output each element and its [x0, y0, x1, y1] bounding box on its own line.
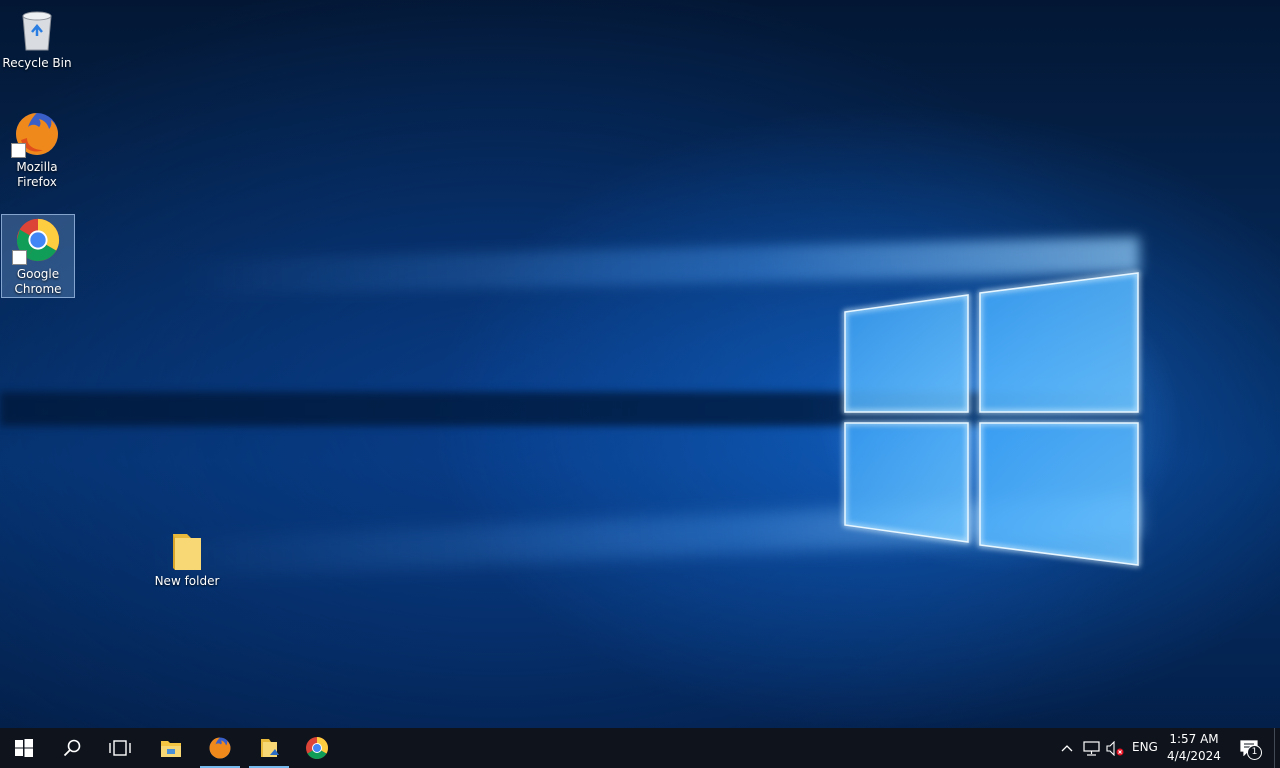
- desktop-icon-chrome[interactable]: Google Chrome: [1, 214, 75, 298]
- desktop-icon-label: Recycle Bin: [2, 56, 72, 70]
- desktop-icon-recycle-bin[interactable]: Recycle Bin: [1, 6, 73, 71]
- desktop-icon-label: Mozilla Firefox: [16, 160, 58, 189]
- clock-time: 1:57 AM: [1169, 732, 1219, 746]
- taskbar: ENG 1:57 AM 4/4/2024 1: [0, 728, 1280, 768]
- firefox-icon: [209, 737, 231, 759]
- chevron-up-icon: [1061, 745, 1073, 752]
- file-explorer-icon: [161, 741, 181, 757]
- taskbar-file-explorer[interactable]: [147, 728, 195, 768]
- search-icon: [63, 739, 81, 757]
- recycle-bin-icon: [13, 6, 61, 54]
- notification-count-badge: 1: [1247, 745, 1262, 760]
- network-icon: [1082, 740, 1100, 756]
- taskbar-file-explorer-window[interactable]: [249, 728, 289, 768]
- task-view-icon: [109, 740, 131, 756]
- shortcut-arrow-icon: [11, 143, 26, 158]
- chrome-icon: [12, 217, 62, 265]
- desktop-icon-new-folder[interactable]: New folder: [151, 528, 223, 589]
- folder-icon: [163, 528, 211, 572]
- clock[interactable]: 1:57 AM 4/4/2024: [1165, 731, 1223, 765]
- desktop-icon-firefox[interactable]: Mozilla Firefox: [1, 110, 73, 190]
- search-button[interactable]: [48, 728, 96, 768]
- taskbar-firefox[interactable]: [200, 728, 240, 768]
- file-explorer-folder-icon: [261, 739, 279, 757]
- volume-button[interactable]: [1104, 728, 1126, 768]
- start-button[interactable]: [0, 728, 48, 768]
- chrome-icon: [306, 737, 328, 759]
- desktop-icon-label: New folder: [154, 574, 220, 588]
- start-icon: [15, 739, 33, 757]
- firefox-icon: [11, 110, 61, 158]
- desktop-icon-label: Google Chrome: [14, 267, 62, 296]
- shortcut-arrow-icon: [12, 250, 27, 265]
- network-button[interactable]: [1081, 728, 1101, 768]
- action-center-button[interactable]: 1: [1232, 728, 1266, 768]
- task-view-button[interactable]: [96, 728, 144, 768]
- show-desktop-button[interactable]: [1274, 728, 1280, 768]
- speaker-muted-icon: [1106, 740, 1124, 756]
- desktop[interactable]: Recycle Bin Mozilla Firefox Google Chrom…: [0, 0, 1280, 728]
- clock-date: 4/4/2024: [1167, 749, 1221, 763]
- input-language-indicator[interactable]: ENG: [1132, 740, 1158, 754]
- taskbar-chrome[interactable]: [297, 728, 337, 768]
- show-hidden-icons-button[interactable]: [1058, 728, 1076, 768]
- windows-wallpaper-logo: [843, 271, 1140, 567]
